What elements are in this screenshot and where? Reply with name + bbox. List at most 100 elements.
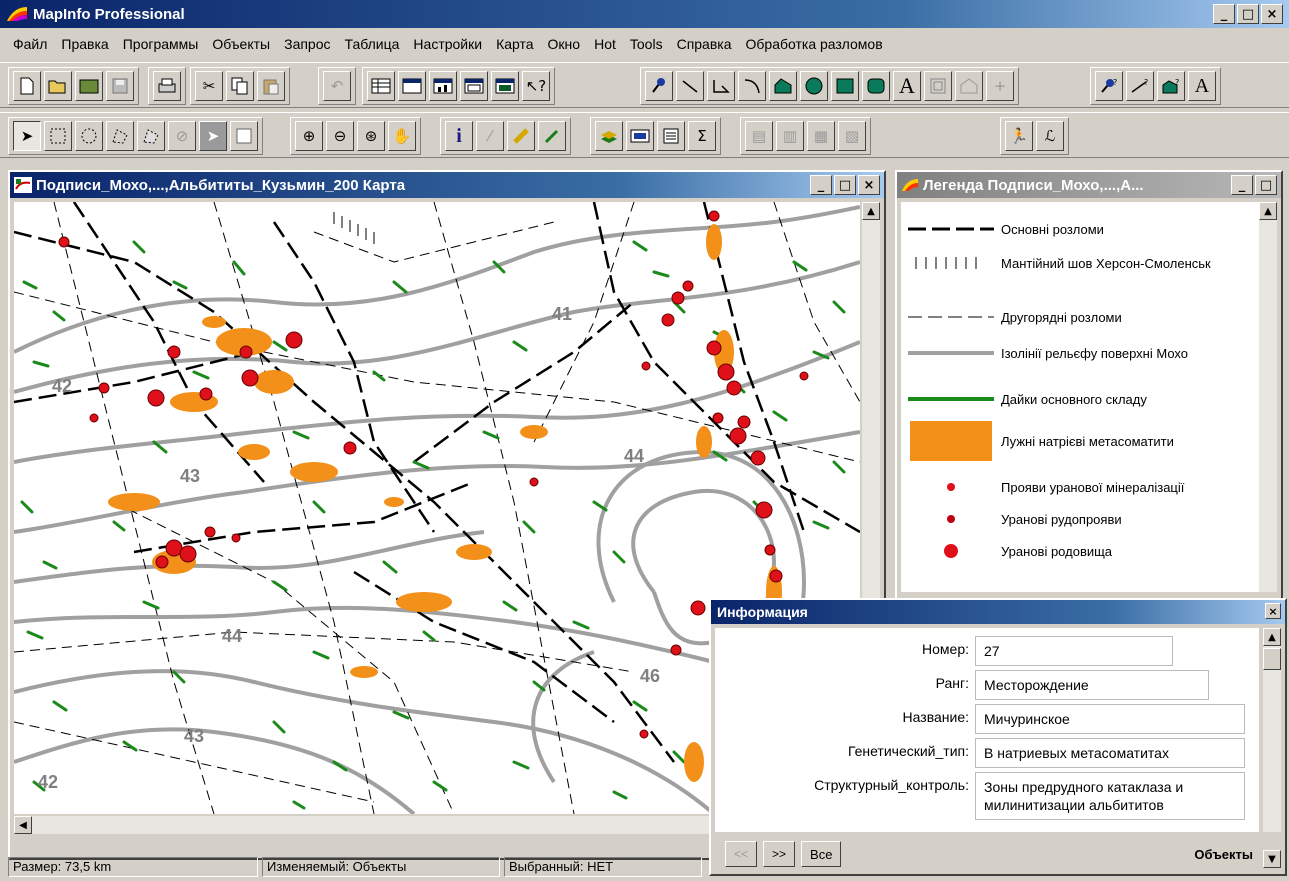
menu-map[interactable]: Карта <box>489 36 540 52</box>
radius-select-icon[interactable] <box>75 121 103 151</box>
polyline-icon[interactable] <box>707 71 735 101</box>
legend-vertical-scrollbar[interactable]: ▲ <box>1259 202 1277 592</box>
symbol-icon[interactable] <box>645 71 673 101</box>
map-maximize-button[interactable]: □ <box>834 175 856 195</box>
occurrence-small-symbol <box>901 472 1001 502</box>
menu-query[interactable]: Запрос <box>277 36 337 52</box>
browser-icon[interactable] <box>367 71 395 101</box>
legend-minimize-button[interactable]: _ <box>1231 175 1253 195</box>
run-icon[interactable]: 🏃 <box>1005 121 1033 151</box>
rounded-rect-icon[interactable] <box>862 71 890 101</box>
help-pointer-icon[interactable]: ↖? <box>522 71 550 101</box>
map-close-button[interactable]: × <box>858 175 880 195</box>
menu-edit[interactable]: Правка <box>54 36 115 52</box>
frame-icon[interactable] <box>924 71 952 101</box>
scroll-up-icon[interactable]: ▲ <box>1259 202 1277 220</box>
rank-value[interactable]: Месторождение <box>975 670 1209 700</box>
scroll-down-icon[interactable]: ▼ <box>1263 850 1281 868</box>
all-records-button[interactable]: Все <box>801 841 842 867</box>
label-icon[interactable] <box>507 121 535 151</box>
menu-window[interactable]: Окно <box>541 36 588 52</box>
open-icon[interactable] <box>44 71 72 101</box>
cut-icon[interactable]: ✂ <box>195 71 223 101</box>
unselect-icon[interactable]: ⊘ <box>168 121 196 151</box>
maximize-button[interactable]: □ <box>1237 4 1259 24</box>
menu-table[interactable]: Таблица <box>338 36 407 52</box>
scroll-up-icon[interactable]: ▲ <box>862 202 880 220</box>
text-style-icon[interactable]: A <box>1188 71 1216 101</box>
zoom-out-icon[interactable]: ⊖ <box>326 121 354 151</box>
rectangle-icon[interactable] <box>831 71 859 101</box>
menu-file[interactable]: Файл <box>6 36 54 52</box>
legend-item: Основні розломи <box>901 214 1259 244</box>
ruler-icon[interactable] <box>626 121 654 151</box>
menu-objects[interactable]: Объекты <box>205 36 277 52</box>
next-record-button[interactable]: >> <box>763 841 796 867</box>
menu-tools-extra[interactable]: Tools <box>623 36 670 52</box>
reshape-icon[interactable] <box>955 71 983 101</box>
menu-options[interactable]: Настройки <box>406 36 489 52</box>
info-close-button[interactable]: × <box>1265 603 1281 619</box>
number-value[interactable]: 27 <box>975 636 1173 666</box>
minimize-button[interactable]: _ <box>1213 4 1235 24</box>
graph-icon[interactable] <box>429 71 457 101</box>
redistrict-icon[interactable] <box>491 71 519 101</box>
menu-help[interactable]: Справка <box>670 36 739 52</box>
text-icon[interactable]: A <box>893 71 921 101</box>
polygon-icon[interactable] <box>769 71 797 101</box>
legend-maximize-button[interactable]: □ <box>1255 175 1277 195</box>
undo-icon[interactable]: ↶ <box>323 71 351 101</box>
legend-icon[interactable] <box>657 121 685 151</box>
add-node-icon[interactable]: + <box>986 71 1014 101</box>
hotlink-icon[interactable]: ⁄ <box>476 121 504 151</box>
map-options-icon[interactable]: ▧ <box>838 121 866 151</box>
arc-icon[interactable] <box>738 71 766 101</box>
copy-icon[interactable] <box>226 71 254 101</box>
marquee-select-icon[interactable] <box>44 121 72 151</box>
map-window-icon[interactable] <box>398 71 426 101</box>
layout-icon[interactable] <box>460 71 488 101</box>
region-style-icon[interactable]: ? <box>1157 71 1185 101</box>
graph-select-icon[interactable] <box>230 121 258 151</box>
statistics-icon[interactable]: Σ <box>688 121 716 151</box>
genetic-type-value[interactable]: В натриевых метасоматитах <box>975 738 1245 768</box>
legend-item: Ізолінії рельєфу поверхні Мохо <box>901 338 1259 368</box>
grabber-icon[interactable]: ✋ <box>388 121 416 151</box>
status-selected[interactable]: Выбранный: НЕТ <box>504 857 702 877</box>
line-icon[interactable] <box>676 71 704 101</box>
info-icon[interactable]: i <box>445 121 473 151</box>
layer-control-icon[interactable] <box>595 121 623 151</box>
map-minimize-button[interactable]: _ <box>810 175 832 195</box>
line-style-icon[interactable]: ? <box>1126 71 1154 101</box>
open-workspace-icon[interactable] <box>75 71 103 101</box>
print-icon[interactable] <box>153 71 181 101</box>
menu-fault-processing[interactable]: Обработка разломов <box>739 36 890 52</box>
prev-record-button[interactable]: << <box>725 841 758 867</box>
polygon-select-icon[interactable] <box>106 121 134 151</box>
scroll-left-icon[interactable]: ◀ <box>14 816 32 834</box>
symbol-style-icon[interactable]: ? <box>1095 71 1123 101</box>
menu-tools[interactable]: Программы <box>116 36 206 52</box>
select-icon[interactable]: ➤ <box>13 121 41 151</box>
scroll-up-icon[interactable]: ▲ <box>1263 628 1281 646</box>
ellipse-icon[interactable] <box>800 71 828 101</box>
info-vertical-scrollbar[interactable]: ▲ <box>1263 628 1281 832</box>
scroll-thumb[interactable] <box>1263 648 1281 670</box>
change-view-icon[interactable]: ⊛ <box>357 121 385 151</box>
invert-select-icon[interactable]: ➤ <box>199 121 227 151</box>
drag-window-icon[interactable] <box>538 121 566 151</box>
clip-region-icon[interactable]: ▤ <box>745 121 773 151</box>
set-clip-icon[interactable]: ▥ <box>776 121 804 151</box>
save-icon[interactable] <box>106 71 134 101</box>
close-button[interactable]: × <box>1261 4 1283 24</box>
structural-control-value[interactable]: Зоны предрудного катаклаза и милинитизац… <box>975 772 1245 820</box>
zoom-in-icon[interactable]: ⊕ <box>295 121 323 151</box>
boundary-select-icon[interactable] <box>137 121 165 151</box>
status-editable[interactable]: Изменяемый: Объекты <box>262 857 500 877</box>
paste-icon[interactable] <box>257 71 285 101</box>
menu-hot[interactable]: Hot <box>587 36 623 52</box>
show-legend-icon[interactable]: ▦ <box>807 121 835 151</box>
name-value[interactable]: Мичуринское <box>975 704 1245 734</box>
new-icon[interactable] <box>13 71 41 101</box>
signature-icon[interactable]: ℒ <box>1036 121 1064 151</box>
